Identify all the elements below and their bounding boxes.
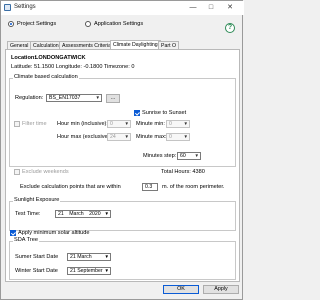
min-altitude-label: Apply minimum solar altitude bbox=[18, 230, 90, 236]
regulation-select[interactable]: BS_EN17037 ▼ bbox=[46, 94, 102, 102]
sunrise-to-sunset-checkbox[interactable] bbox=[134, 110, 140, 116]
chevron-down-icon: ▼ bbox=[104, 254, 109, 259]
sunlight-group bbox=[9, 201, 236, 231]
chevron-down-icon: ▼ bbox=[183, 121, 188, 126]
tab-part-o[interactable]: Part O bbox=[158, 41, 179, 49]
regulation-label: Regulation: bbox=[15, 95, 44, 101]
sda-group bbox=[9, 241, 236, 280]
exclude-points-suffix: m. of the room perimeter. bbox=[162, 184, 225, 190]
exclude-points-input[interactable]: 0.3 bbox=[142, 183, 158, 191]
test-time-month: March bbox=[69, 211, 84, 217]
hour-max-label: Hour max (exclusive): bbox=[57, 134, 112, 140]
chevron-down-icon: ▼ bbox=[95, 95, 100, 100]
minute-max-select[interactable]: 0 ▼ bbox=[166, 133, 190, 141]
sda-title: SDA Tree bbox=[13, 237, 39, 243]
tab-calculation[interactable]: Calculation bbox=[30, 41, 62, 49]
exclude-points-label: Exclude calculation points that are with… bbox=[20, 184, 121, 190]
maximize-icon[interactable]: □ bbox=[204, 2, 218, 14]
chevron-down-icon: ▼ bbox=[194, 153, 199, 158]
hour-min-label: Hour min (inclusive): bbox=[57, 121, 108, 127]
regulation-more-button[interactable]: ... bbox=[106, 94, 120, 103]
settings-window: Settings — □ ✕ Project Settings Applicat… bbox=[0, 0, 244, 300]
winter-start-picker[interactable]: 21 September ▼ bbox=[67, 267, 111, 275]
application-settings-label[interactable]: Application Settings bbox=[94, 21, 143, 27]
chevron-down-icon: ▼ bbox=[124, 121, 129, 126]
chevron-down-icon: ▼ bbox=[124, 134, 129, 139]
window-title: Settings bbox=[14, 4, 36, 10]
minutes-step-select[interactable]: 60 ▼ bbox=[177, 152, 201, 160]
location-prefix: Location: bbox=[11, 55, 37, 61]
hour-min-select[interactable]: 0 ▼ bbox=[107, 120, 131, 128]
sunrise-to-sunset-label: Sunrise to Sunset bbox=[142, 110, 187, 116]
test-time-picker[interactable]: 21 March 2020 ▼ bbox=[55, 210, 111, 218]
summer-start-picker[interactable]: 21 March ▼ bbox=[67, 253, 111, 261]
app-icon bbox=[4, 4, 11, 11]
title-bar: Settings — □ ✕ bbox=[1, 1, 244, 15]
min-altitude-checkbox[interactable] bbox=[10, 230, 16, 236]
test-time-day: 21 bbox=[58, 211, 64, 217]
filter-time-checkbox[interactable] bbox=[14, 121, 20, 127]
apply-button[interactable]: Apply bbox=[203, 285, 239, 294]
project-settings-label[interactable]: Project Settings bbox=[17, 21, 56, 27]
application-settings-radio[interactable] bbox=[85, 21, 91, 27]
sunlight-title: Sunlight Exposure bbox=[13, 197, 61, 203]
minutes-step-label: Minutes step: bbox=[143, 153, 177, 159]
project-settings-radio[interactable] bbox=[8, 21, 14, 27]
hour-max-select[interactable]: 24 ▼ bbox=[107, 133, 131, 141]
exclude-weekends-checkbox[interactable] bbox=[14, 169, 20, 175]
filter-time-label: Filter time bbox=[22, 121, 47, 127]
help-icon[interactable]: ? bbox=[225, 23, 235, 33]
minute-min-select[interactable]: 0 ▼ bbox=[166, 120, 190, 128]
chevron-down-icon: ▼ bbox=[104, 268, 109, 273]
tab-assessments-criteria[interactable]: Assessments Criteria bbox=[59, 41, 115, 49]
summer-start-label: Sumer Start Date bbox=[15, 254, 59, 260]
minute-max-label: Minute max: bbox=[136, 134, 167, 140]
ok-button[interactable]: OK bbox=[163, 285, 199, 294]
minimize-icon[interactable]: — bbox=[186, 2, 200, 14]
minute-min-label: Minute min: bbox=[136, 121, 165, 127]
winter-start-label: Winter Start Date bbox=[15, 268, 58, 274]
tab-general[interactable]: General bbox=[7, 41, 32, 49]
climate-calc-title: Climate based calculation bbox=[13, 74, 79, 80]
chevron-down-icon: ▼ bbox=[104, 211, 109, 216]
chevron-down-icon: ▼ bbox=[183, 134, 188, 139]
location-coords: Latitude: 51.1500 Longitude: -0.1800 Tim… bbox=[11, 64, 135, 70]
location-name: LONDONGATWICK bbox=[35, 55, 86, 61]
test-time-year: 2020 bbox=[89, 211, 101, 217]
total-hours: Total Hours: 4380 bbox=[161, 169, 205, 175]
close-icon[interactable]: ✕ bbox=[223, 2, 237, 14]
exclude-weekends-label: Exclude weekends bbox=[22, 169, 69, 175]
test-time-label: Test Time: bbox=[15, 211, 41, 217]
